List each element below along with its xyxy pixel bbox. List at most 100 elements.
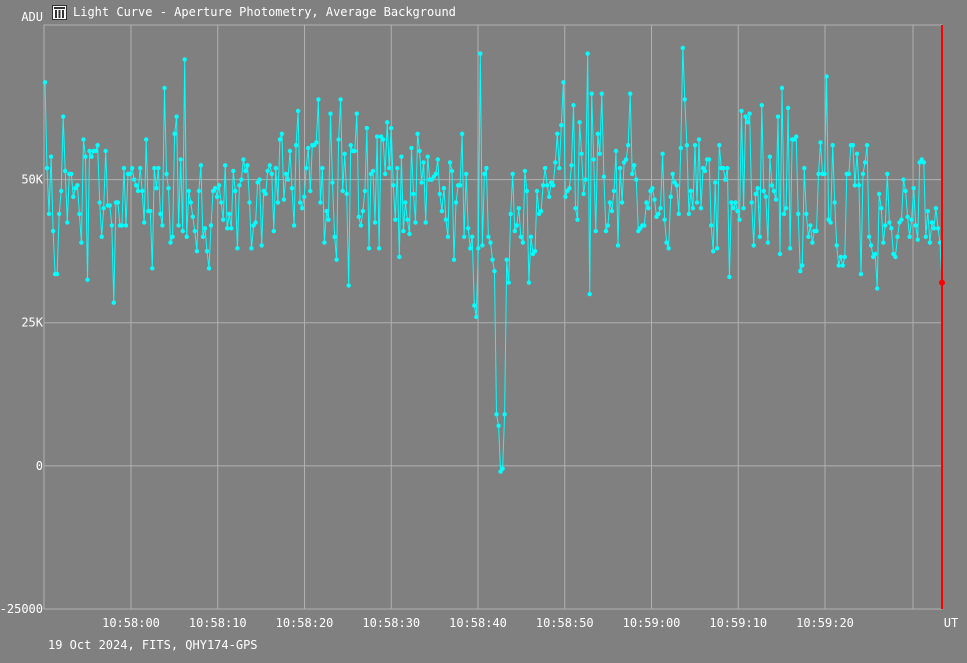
data-point xyxy=(866,234,872,239)
data-point xyxy=(836,263,841,268)
data-point xyxy=(439,208,445,214)
data-point xyxy=(907,234,912,239)
data-point xyxy=(540,183,546,188)
data-point xyxy=(725,165,730,171)
data-point xyxy=(913,223,918,228)
data-point xyxy=(383,171,388,177)
data-point xyxy=(632,163,637,168)
data-point xyxy=(464,171,469,177)
data-point xyxy=(619,200,625,205)
data-point xyxy=(385,120,390,125)
data-point xyxy=(753,191,758,197)
data-point xyxy=(593,228,598,234)
data-point xyxy=(435,157,440,162)
data-point xyxy=(682,97,687,102)
data-point xyxy=(447,160,453,165)
data-point xyxy=(111,300,117,305)
data-point xyxy=(478,51,483,56)
data-point xyxy=(559,123,564,128)
data-point xyxy=(856,183,862,188)
data-point xyxy=(879,206,884,211)
data-point xyxy=(83,154,88,159)
data-point xyxy=(415,131,420,136)
data-point xyxy=(623,157,629,162)
data-point xyxy=(243,168,248,174)
data-point xyxy=(747,111,752,116)
data-point xyxy=(860,171,866,177)
data-point xyxy=(216,183,222,188)
data-point xyxy=(437,191,442,197)
data-point xyxy=(646,206,651,211)
data-point xyxy=(899,217,904,222)
data-point xyxy=(644,200,649,205)
data-point xyxy=(832,200,837,205)
x-tick-label: 10:58:30 xyxy=(362,616,420,630)
y-tick-label: 50K xyxy=(21,173,43,187)
data-point xyxy=(263,191,268,197)
data-point xyxy=(862,160,868,165)
y-tick-label: -25000 xyxy=(0,602,43,616)
data-point xyxy=(850,143,856,148)
data-point xyxy=(883,223,888,228)
data-point xyxy=(662,217,667,222)
data-point xyxy=(605,223,611,228)
data-point xyxy=(482,171,487,177)
data-point xyxy=(868,243,874,248)
cursor-marker[interactable] xyxy=(939,279,945,286)
data-point xyxy=(577,120,582,125)
data-point xyxy=(229,226,234,231)
data-point xyxy=(737,217,742,222)
tick-labels: -25000 0 25K 50K ADU 10:58:00 10:58:10 10:58:20… xyxy=(0,10,958,630)
data-point xyxy=(573,206,578,211)
data-point xyxy=(200,234,206,239)
data-point xyxy=(721,165,726,171)
data-point xyxy=(322,240,327,245)
data-point xyxy=(395,165,400,171)
data-point xyxy=(864,143,870,148)
data-point xyxy=(417,148,422,154)
plot-frame xyxy=(43,24,943,610)
data-point xyxy=(466,226,471,231)
x-tick-label: 10:59:00 xyxy=(623,616,681,630)
data-point xyxy=(545,183,550,188)
data-point xyxy=(376,246,382,251)
data-point xyxy=(85,277,90,282)
data-point xyxy=(184,234,189,239)
data-point xyxy=(413,220,418,225)
data-point xyxy=(476,246,481,251)
data-point xyxy=(739,108,744,114)
data-point xyxy=(816,171,821,177)
data-point xyxy=(459,131,465,136)
data-point xyxy=(595,131,600,136)
data-point xyxy=(532,249,538,254)
data-point xyxy=(488,240,493,245)
data-point xyxy=(773,197,779,202)
data-point xyxy=(929,220,935,225)
data-point xyxy=(538,208,544,214)
data-point xyxy=(235,246,240,251)
data-point xyxy=(297,200,303,205)
data-point xyxy=(168,240,173,245)
chart-canvas[interactable]: -25000 0 25K 50K ADU 10:58:00 10:58:10 10:58:20… xyxy=(0,0,967,663)
data-point xyxy=(587,291,592,297)
data-point xyxy=(192,228,197,234)
data-point xyxy=(741,206,746,211)
data-point xyxy=(733,200,738,205)
data-point xyxy=(374,134,380,139)
data-point xyxy=(152,165,157,171)
data-point xyxy=(751,243,756,248)
data-point xyxy=(346,283,351,288)
data-point xyxy=(854,151,860,156)
data-point xyxy=(411,191,416,197)
data-point xyxy=(62,168,68,174)
data-point xyxy=(318,200,323,205)
data-point xyxy=(389,125,394,131)
data-point xyxy=(603,228,609,234)
data-point xyxy=(787,246,793,251)
data-point xyxy=(42,80,48,85)
y-tick-label: 0 xyxy=(36,459,43,473)
data-point xyxy=(494,412,499,417)
data-point xyxy=(717,143,722,148)
data-point xyxy=(931,226,937,231)
light-curve-app-icon[interactable] xyxy=(52,4,67,20)
